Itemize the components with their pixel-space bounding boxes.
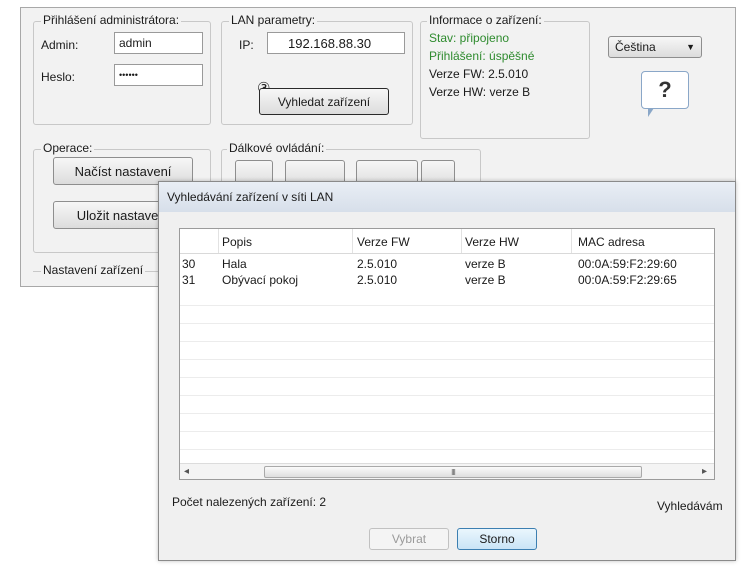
operations-title: Operace:	[41, 141, 95, 155]
found-devices-count: Počet nalezených zařízení: 2	[172, 495, 327, 509]
ip-input[interactable]: 192.168.88.30	[267, 32, 405, 54]
empty-row-line	[180, 359, 714, 360]
password-input[interactable]: ••••••	[114, 64, 203, 86]
cell-description: Hala	[222, 257, 247, 271]
select-button[interactable]: Vybrat	[369, 528, 449, 550]
cell-fw: 2.5.010	[357, 257, 398, 271]
column-header-mac[interactable]: MAC adresa	[578, 235, 645, 249]
empty-row-line	[180, 449, 714, 450]
cell-description: Obývací pokoj	[222, 273, 299, 287]
cell-mac: 00:0A:59:F2:29:60	[578, 257, 677, 271]
cell-id: 30	[182, 257, 196, 271]
admin-login-title: Přihlášení administrátora:	[41, 13, 182, 27]
hw-version: Verze HW: verze B	[429, 85, 531, 99]
scrollbar-thumb[interactable]: III	[264, 466, 642, 478]
help-bubble-tail	[648, 108, 654, 117]
search-dialog: Vyhledávání zařízení v síti LAN Popis Ve…	[158, 181, 736, 561]
horizontal-scrollbar[interactable]: ◂ III ▸	[180, 463, 714, 479]
column-divider[interactable]	[571, 229, 572, 253]
cell-id: 31	[182, 273, 196, 287]
dialog-title: Vyhledávání zařízení v síti LAN	[159, 182, 735, 212]
remote-control-title: Dálkové ovládání:	[227, 141, 327, 155]
scroll-left-icon[interactable]: ◂	[184, 466, 189, 477]
column-divider[interactable]	[352, 229, 353, 253]
lan-title: LAN parametry:	[229, 13, 318, 27]
cell-fw: 2.5.010	[357, 273, 398, 287]
device-settings-title: Nastavení zařízení	[41, 263, 146, 277]
column-divider[interactable]	[461, 229, 462, 253]
language-value: Čeština	[615, 40, 656, 54]
column-header-description[interactable]: Popis	[222, 235, 252, 249]
search-devices-button[interactable]: Vyhledat zařízení	[259, 88, 389, 115]
list-header: Popis Verze FW Verze HW MAC adresa	[180, 229, 714, 254]
empty-row-line	[180, 431, 714, 432]
column-divider[interactable]	[218, 229, 219, 253]
password-label: Heslo:	[41, 70, 76, 84]
chevron-down-icon: ▼	[686, 42, 695, 52]
empty-row-line	[180, 305, 714, 306]
empty-row-line	[180, 341, 714, 342]
column-header-fw[interactable]: Verze FW	[357, 235, 410, 249]
empty-row-line	[180, 377, 714, 378]
cell-hw: verze B	[465, 273, 506, 287]
connection-status: Stav: připojeno	[429, 31, 510, 45]
empty-row-line	[180, 323, 714, 324]
ip-label: IP:	[239, 38, 254, 52]
cell-mac: 00:0A:59:F2:29:65	[578, 273, 677, 287]
admin-label: Admin:	[41, 38, 79, 52]
table-row[interactable]: 30 Hala 2.5.010 verze B 00:0A:59:F2:29:6…	[180, 257, 714, 271]
scroll-right-icon[interactable]: ▸	[702, 466, 707, 477]
device-info-title: Informace o zařízení:	[427, 13, 544, 27]
cell-hw: verze B	[465, 257, 506, 271]
scroll-grip-icon: III	[451, 467, 456, 477]
empty-row-line	[180, 395, 714, 396]
help-question-glyph: ?	[658, 77, 672, 102]
device-list[interactable]: Popis Verze FW Verze HW MAC adresa 30 Ha…	[179, 228, 715, 480]
cancel-button[interactable]: Storno	[457, 528, 537, 550]
column-header-hw[interactable]: Verze HW	[465, 235, 519, 249]
fw-version: Verze FW: 2.5.010	[429, 67, 529, 81]
search-status: Vyhledávám	[657, 499, 723, 513]
login-status: Přihlášení: úspěšné	[429, 49, 535, 63]
admin-input[interactable]: admin	[114, 32, 203, 54]
empty-row-line	[180, 413, 714, 414]
help-icon[interactable]: ?	[641, 71, 689, 109]
language-select[interactable]: Čeština ▼	[608, 36, 702, 58]
table-row[interactable]: 31 Obývací pokoj 2.5.010 verze B 00:0A:5…	[180, 273, 714, 287]
